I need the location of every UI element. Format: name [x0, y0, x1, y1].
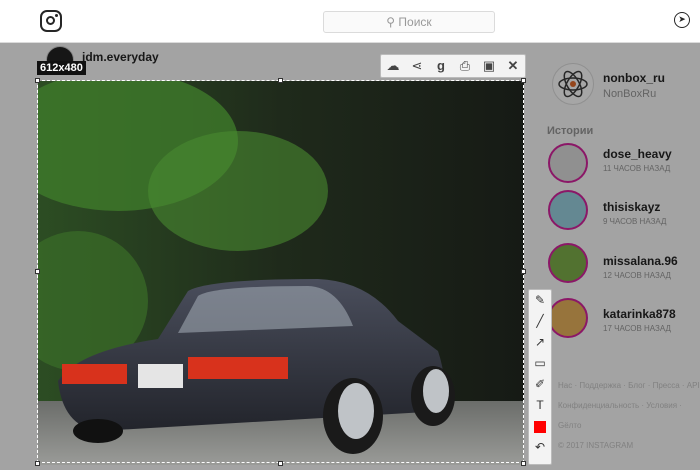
resize-handle[interactable] — [278, 78, 283, 83]
search-placeholder: Поиск — [398, 15, 432, 29]
share-icon[interactable]: ⋖ — [405, 55, 429, 77]
selection-frame[interactable] — [37, 80, 524, 463]
marker-icon[interactable]: ✐ — [529, 374, 551, 395]
resize-handle[interactable] — [35, 269, 40, 274]
resize-handle[interactable] — [35, 461, 40, 466]
cloud-upload-icon[interactable]: ☁ — [381, 55, 405, 77]
resize-handle[interactable] — [521, 78, 526, 83]
size-label: 612x480 — [37, 61, 86, 75]
resize-handle[interactable] — [521, 269, 526, 274]
instagram-logo-icon[interactable] — [40, 10, 62, 32]
color-icon[interactable] — [529, 416, 551, 437]
undo-icon[interactable]: ↶ — [529, 437, 551, 458]
text-icon[interactable]: T — [529, 395, 551, 416]
close-icon[interactable]: ✕ — [501, 55, 525, 77]
resize-handle[interactable] — [278, 461, 283, 466]
arrow-icon[interactable]: ↗ — [529, 332, 551, 353]
print-icon[interactable]: ⎙ — [453, 55, 477, 77]
pen-icon[interactable]: ✎ — [529, 290, 551, 311]
resize-handle[interactable] — [35, 78, 40, 83]
capture-toolbar: ☁ ⋖ g ⎙ ▣ ✕ — [380, 54, 526, 78]
rectangle-icon[interactable]: ▭ — [529, 353, 551, 374]
search-input[interactable]: ⚲ Поиск — [323, 11, 495, 33]
resize-handle[interactable] — [521, 461, 526, 466]
drawing-toolbar: ✎ ╱ ↗ ▭ ✐ T ↶ — [528, 289, 552, 465]
line-icon[interactable]: ╱ — [529, 311, 551, 332]
compass-icon[interactable]: ➤ — [674, 12, 690, 28]
google-icon[interactable]: g — [429, 55, 453, 77]
save-icon[interactable]: ▣ — [477, 55, 501, 77]
